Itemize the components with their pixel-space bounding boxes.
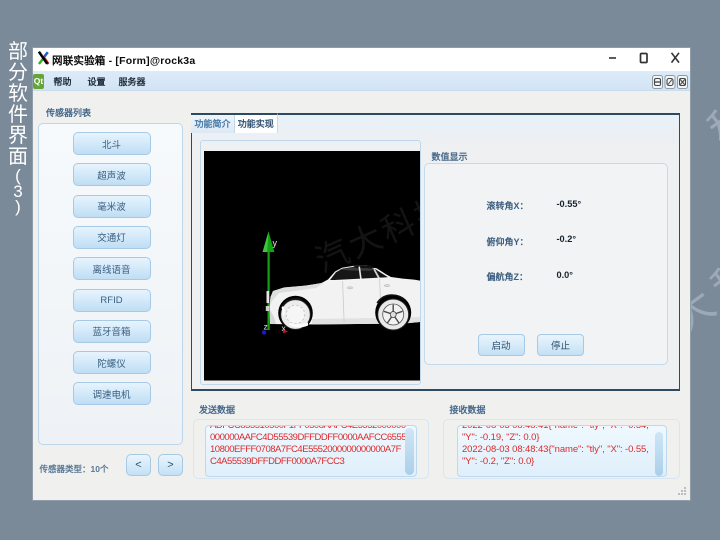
svg-text:z: z bbox=[263, 322, 267, 332]
svg-text:y: y bbox=[272, 238, 277, 248]
